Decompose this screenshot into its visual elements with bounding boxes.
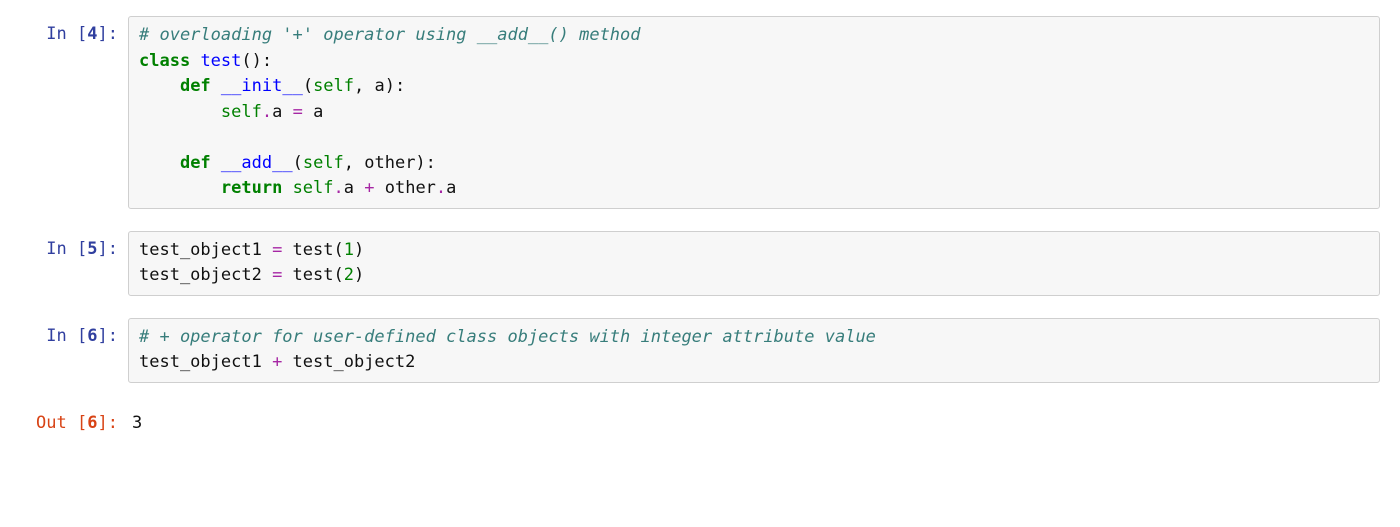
input-prompt: In [4]: bbox=[0, 16, 128, 48]
prompt-bracket: ]: bbox=[98, 24, 118, 44]
code-token: . bbox=[436, 178, 446, 198]
code-token: 2 bbox=[344, 265, 354, 285]
code-token: class bbox=[139, 51, 190, 71]
prompt-kind: In bbox=[46, 24, 66, 44]
output-area: 3 bbox=[128, 405, 1380, 443]
prompt-bracket: ]: bbox=[98, 413, 118, 433]
code-text: test_object1 = test(1) test_object2 = te… bbox=[139, 238, 1369, 289]
code-token: ) bbox=[354, 265, 364, 285]
prompt-bracket: [ bbox=[77, 326, 87, 346]
output-text: 3 bbox=[132, 411, 1370, 437]
code-token: a bbox=[446, 178, 456, 198]
code-token: # overloading '+' operator using __add__… bbox=[139, 25, 641, 45]
code-token: . bbox=[262, 102, 272, 122]
code-token: + bbox=[272, 352, 282, 372]
code-token: def bbox=[180, 76, 211, 96]
code-token: other bbox=[375, 178, 436, 198]
code-input-area[interactable]: # + operator for user-defined class obje… bbox=[128, 318, 1380, 383]
code-token: = bbox=[272, 265, 282, 285]
prompt-kind: In bbox=[46, 326, 66, 346]
code-token: return bbox=[221, 178, 282, 198]
code-token: self bbox=[313, 76, 354, 96]
code-token: test_object1 bbox=[139, 352, 272, 372]
code-text: # overloading '+' operator using __add__… bbox=[139, 23, 1369, 202]
prompt-number: 6 bbox=[87, 413, 97, 433]
code-token: a bbox=[303, 102, 323, 122]
code-cell: In [6]: # + operator for user-defined cla… bbox=[0, 318, 1400, 383]
code-cell: In [4]: # overloading '+' operator using … bbox=[0, 16, 1400, 209]
code-token: a bbox=[344, 178, 364, 198]
code-token: test_object2 bbox=[282, 352, 415, 372]
code-token: a bbox=[272, 102, 292, 122]
code-token: test_object2 bbox=[139, 265, 272, 285]
prompt-kind: In bbox=[46, 239, 66, 259]
prompt-kind: Out bbox=[36, 413, 67, 433]
code-input-area[interactable]: test_object1 = test(1) test_object2 = te… bbox=[128, 231, 1380, 296]
code-token: # + operator for user-defined class obje… bbox=[139, 327, 876, 347]
code-token: self bbox=[293, 178, 334, 198]
code-token: ( bbox=[293, 153, 303, 173]
output-prompt: Out [6]: bbox=[0, 405, 128, 437]
code-token: self bbox=[303, 153, 344, 173]
prompt-bracket: ]: bbox=[98, 326, 118, 346]
prompt-bracket: ]: bbox=[98, 239, 118, 259]
code-token: test_object1 bbox=[139, 240, 272, 260]
code-cell: In [5]: test_object1 = test(1) test_objec… bbox=[0, 231, 1400, 296]
output-cell: Out [6]:3 bbox=[0, 405, 1400, 443]
code-token: self bbox=[221, 102, 262, 122]
code-token: = bbox=[272, 240, 282, 260]
code-token: test( bbox=[282, 265, 343, 285]
code-token: . bbox=[334, 178, 344, 198]
prompt-number: 5 bbox=[87, 239, 97, 259]
code-token: ( bbox=[303, 76, 313, 96]
code-token: , other): bbox=[344, 153, 436, 173]
code-token: ) bbox=[354, 240, 364, 260]
code-token: (): bbox=[241, 51, 272, 71]
code-input-area[interactable]: # overloading '+' operator using __add__… bbox=[128, 16, 1380, 209]
code-token: 1 bbox=[344, 240, 354, 260]
code-token: = bbox=[293, 102, 303, 122]
input-prompt: In [5]: bbox=[0, 231, 128, 263]
code-token: test( bbox=[282, 240, 343, 260]
prompt-number: 4 bbox=[87, 24, 97, 44]
prompt-bracket: [ bbox=[77, 413, 87, 433]
code-token: __init__ bbox=[221, 76, 303, 96]
prompt-number: 6 bbox=[87, 326, 97, 346]
code-token: test bbox=[200, 51, 241, 71]
code-text: # + operator for user-defined class obje… bbox=[139, 325, 1369, 376]
code-token: + bbox=[364, 178, 374, 198]
code-token: __add__ bbox=[221, 153, 293, 173]
prompt-bracket: [ bbox=[77, 239, 87, 259]
code-token: def bbox=[180, 153, 211, 173]
prompt-bracket: [ bbox=[77, 24, 87, 44]
notebook: In [4]: # overloading '+' operator using … bbox=[0, 0, 1400, 458]
input-prompt: In [6]: bbox=[0, 318, 128, 350]
code-token: , a): bbox=[354, 76, 405, 96]
